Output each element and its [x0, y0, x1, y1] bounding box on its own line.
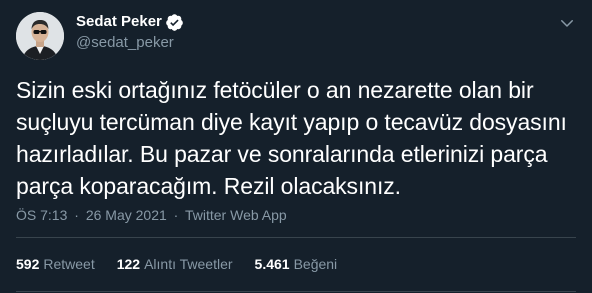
tweet-source[interactable]: Twitter Web App	[185, 207, 287, 223]
tweet-time[interactable]: ÖS 7:13	[16, 207, 67, 223]
avatar[interactable]	[16, 12, 64, 60]
likes-label: Beğeni	[293, 256, 338, 272]
verified-badge-icon	[165, 13, 184, 32]
tweet-card: Sedat Peker @sedat_peker Sizin eski orta…	[0, 0, 592, 293]
likes-stat[interactable]: 5.461 Beğeni	[255, 255, 338, 273]
tweet-meta: ÖS 7:13 · 26 May 2021 · Twitter Web App	[16, 206, 287, 224]
profile-photo	[16, 12, 64, 60]
retweets-stat[interactable]: 592 Retweet	[16, 255, 95, 273]
tweet-text: Sizin eski ortağınız fetöcüler o an neza…	[16, 77, 567, 199]
more-options-chevron-icon[interactable]	[556, 12, 578, 34]
meta-separator: ·	[74, 207, 79, 223]
likes-count: 5.461	[254, 256, 290, 272]
tweet-date[interactable]: 26 May 2021	[86, 207, 167, 223]
quotes-label: Alıntı Tweetler	[144, 256, 233, 272]
quotes-stat[interactable]: 122 Alıntı Tweetler	[117, 255, 233, 273]
retweets-label: Retweet	[43, 256, 95, 272]
quotes-count: 122	[116, 256, 141, 272]
meta-separator: ·	[173, 207, 179, 223]
divider	[16, 237, 576, 238]
divider	[16, 291, 576, 292]
author-handle[interactable]: @sedat_peker	[76, 33, 174, 53]
retweets-count: 592	[16, 256, 40, 272]
author-name[interactable]: Sedat Peker	[76, 12, 162, 32]
tweet-stats: 592 Retweet 122 Alıntı Tweetler 5.461 Beğen…	[16, 255, 359, 273]
